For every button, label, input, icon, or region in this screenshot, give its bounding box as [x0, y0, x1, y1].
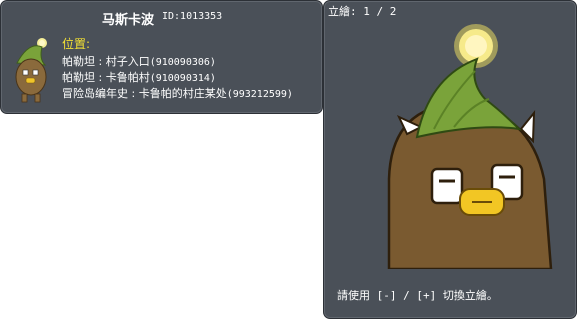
npc-id: ID:1013353	[162, 11, 223, 22]
location-name: 冒险岛编年史 : 卡鲁帕的村庄某处	[62, 87, 227, 100]
illustration-page-indicator: 立繪: 1 / 2	[328, 5, 397, 18]
location-name: 帕勒坦 : 村子入口	[62, 55, 150, 68]
location-entry[interactable]: 帕勒坦 : 村子入口(910090306)	[62, 53, 216, 69]
location-entry[interactable]: 帕勒坦 : 卡鲁帕村(910090314)	[62, 69, 216, 85]
illustration-hint: 請使用 [-] / [+] 切換立繪。	[337, 289, 498, 302]
map-code: (910090314)	[149, 73, 216, 84]
npc-name: 马斯卡波	[102, 13, 155, 28]
location-entry[interactable]: 冒险岛编年史 : 卡鲁帕的村庄某处(993212599)	[62, 85, 293, 101]
map-code: (993212599)	[226, 89, 293, 100]
npc-thumbnail-icon	[15, 38, 47, 103]
illustration-panel: 立繪: 1 / 2 請使用 [-] / [+] 切換立繪。	[323, 0, 577, 319]
npc-info-panel: 马斯卡波 ID:1013353 位置: 帕勒坦 : 村子入口(910090306…	[0, 0, 323, 114]
location-name: 帕勒坦 : 卡鲁帕村	[62, 71, 150, 84]
npc-illustration-icon	[387, 24, 553, 269]
location-label: 位置:	[62, 37, 91, 51]
map-code: (910090306)	[149, 57, 216, 68]
